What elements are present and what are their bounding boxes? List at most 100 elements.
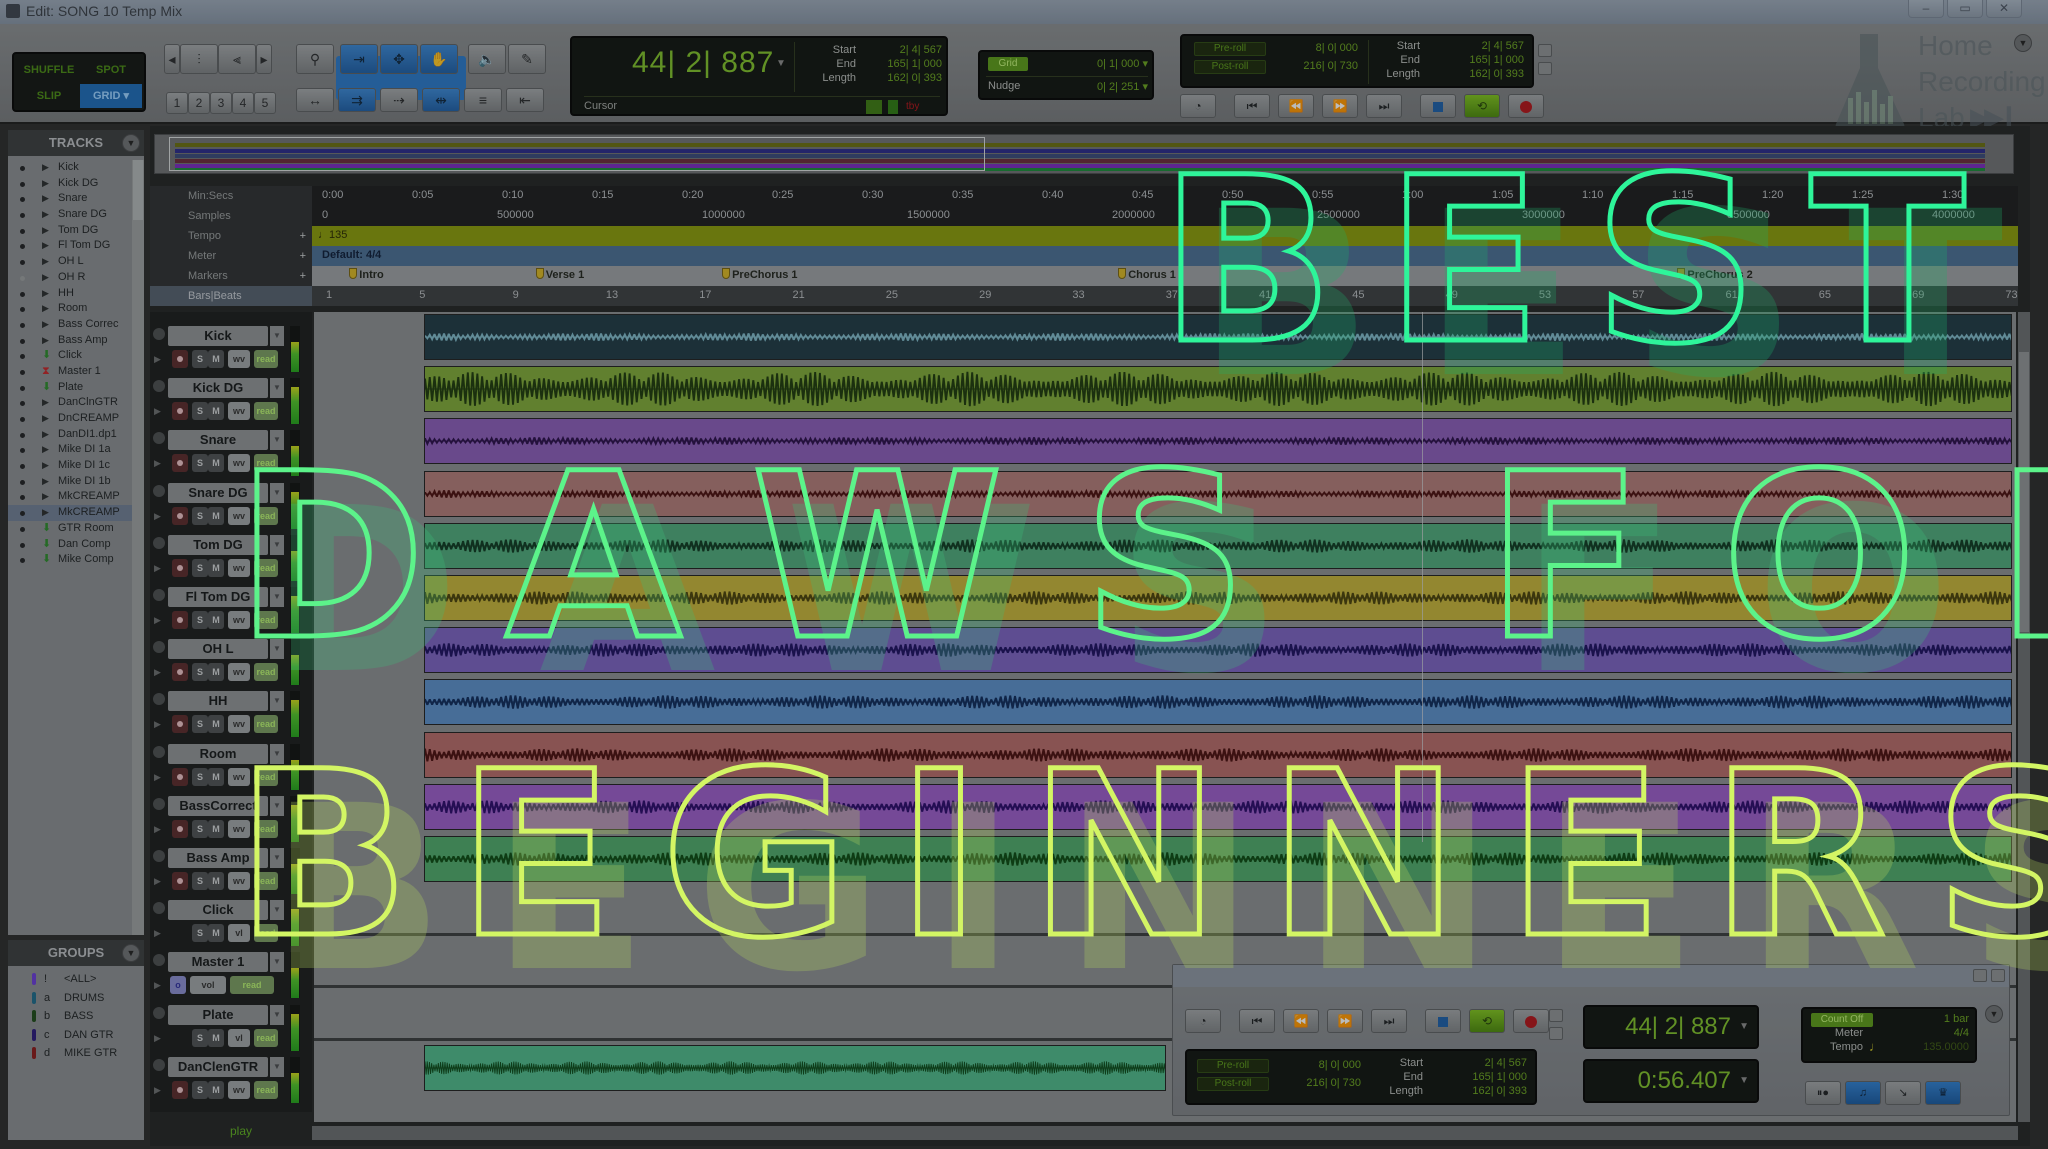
fast-forward-button[interactable]: ⏩: [1322, 94, 1358, 118]
track-list-item[interactable]: ▶ HH: [8, 286, 132, 302]
meter-ruler[interactable]: Default: 4/4: [312, 246, 2018, 266]
transport-main-counter[interactable]: 44| 2| 887 ▼: [1583, 1005, 1759, 1049]
automation-mode-selector[interactable]: read: [254, 663, 278, 682]
add-meter-icon[interactable]: +: [300, 246, 306, 266]
preroll-value[interactable]: 8| 0| 000: [1271, 1059, 1361, 1071]
track-name[interactable]: BassCorrect: [168, 795, 268, 816]
midi-merge-button[interactable]: ↘: [1885, 1081, 1921, 1105]
track-list-item[interactable]: ⬇ Click: [8, 348, 132, 364]
visibility-dot-icon[interactable]: [20, 354, 25, 360]
option-toggle[interactable]: [1538, 44, 1552, 57]
solo-button[interactable]: S: [192, 819, 208, 838]
track-list-item[interactable]: ▶ Room: [8, 301, 132, 317]
track-name-menu-icon[interactable]: ▼: [270, 378, 284, 399]
track-name[interactable]: Snare: [168, 430, 268, 451]
automation-mode-selector[interactable]: read: [254, 454, 278, 473]
go-to-end-button[interactable]: ⏭: [1371, 1009, 1407, 1033]
option-toggle[interactable]: [1538, 62, 1552, 75]
metronome-button[interactable]: ♫: [1845, 1081, 1881, 1105]
play-button[interactable]: ⟲: [1469, 1009, 1505, 1033]
record-enable-button[interactable]: [172, 558, 188, 577]
track-list-item[interactable]: ▶ Bass Amp: [8, 333, 132, 349]
zoom-preset-3[interactable]: 3: [210, 92, 232, 114]
marker-chorus-1[interactable]: Chorus 1: [1118, 268, 1176, 281]
visible-range-box[interactable]: [169, 137, 985, 171]
preroll-value[interactable]: 8| 0| 000: [1268, 42, 1358, 54]
expand-track-icon[interactable]: ▶: [154, 667, 161, 678]
view-selector[interactable]: wv: [228, 1080, 250, 1099]
view-selector[interactable]: vol: [190, 976, 226, 995]
mute-button[interactable]: M: [208, 611, 224, 629]
audio-clip[interactable]: [424, 366, 2012, 413]
track-name-menu-icon[interactable]: ▼: [270, 952, 284, 973]
marker-prechorus-1[interactable]: PreChorus 1: [722, 268, 798, 281]
edit-lock-icon[interactable]: [888, 100, 898, 114]
track-name-menu-icon[interactable]: ▼: [270, 1056, 284, 1077]
automation-mode-selector[interactable]: read: [254, 872, 278, 890]
option-toggle[interactable]: [1549, 1009, 1563, 1022]
track-name-menu-icon[interactable]: ▼: [270, 482, 284, 503]
visibility-dot-icon[interactable]: [20, 307, 25, 313]
scrubber-tool-icon[interactable]: 🔈: [468, 44, 506, 74]
solo-button[interactable]: S: [192, 1080, 208, 1099]
selection-length[interactable]: 162| 0| 393: [1426, 68, 1524, 80]
zoom-preset-1[interactable]: 1: [166, 92, 188, 114]
track-name[interactable]: Master 1: [168, 952, 268, 973]
selection-end[interactable]: 165| 1| 000: [862, 58, 942, 70]
preroll-button[interactable]: Pre-roll: [1197, 1059, 1269, 1073]
main-counter-value[interactable]: 44| 2| 887: [632, 46, 774, 80]
record-enable-button[interactable]: [172, 1080, 188, 1099]
view-selector[interactable]: wv: [228, 767, 250, 786]
mute-button[interactable]: M: [208, 924, 224, 943]
audio-clip[interactable]: [424, 836, 2012, 882]
mute-button[interactable]: M: [208, 872, 224, 890]
solo-button[interactable]: S: [192, 715, 208, 734]
zoom-out-icon[interactable]: ◂: [164, 44, 180, 74]
mute-button[interactable]: M: [208, 715, 224, 734]
track-name[interactable]: Bass Amp: [168, 848, 268, 868]
track-list-item[interactable]: ▶ Snare DG: [8, 207, 132, 223]
automation-mode-selector[interactable]: read: [230, 976, 274, 995]
horizontal-scrollbar[interactable]: [312, 1126, 2018, 1140]
track-list-scrollbar[interactable]: [132, 160, 144, 935]
track-name[interactable]: Snare DG: [168, 482, 268, 503]
keyboard-focus-icon[interactable]: ⇤: [506, 88, 544, 112]
automation-mode-selector[interactable]: read: [254, 819, 278, 838]
visibility-dot-icon[interactable]: [20, 197, 25, 203]
selection-length[interactable]: 162| 0| 393: [862, 72, 942, 84]
transport-menu-icon[interactable]: ▼: [1985, 1005, 2003, 1023]
view-selector[interactable]: wv: [228, 663, 250, 682]
visibility-dot-icon[interactable]: [20, 479, 25, 485]
group-list-item[interactable]: d MIKE GTR: [8, 1044, 132, 1063]
grabber-tool-icon[interactable]: ✋: [420, 44, 458, 74]
track-name-menu-icon[interactable]: ▼: [270, 691, 284, 712]
playhead-cursor[interactable]: [1422, 312, 1423, 842]
track-list-item[interactable]: ⧗ Master 1: [8, 364, 132, 380]
universe-overview[interactable]: [154, 134, 2014, 174]
audio-clip[interactable]: [424, 1044, 1166, 1091]
track-options-icon[interactable]: [153, 745, 165, 758]
visibility-dot-icon[interactable]: [20, 526, 25, 532]
track-name-menu-icon[interactable]: ▼: [270, 848, 284, 868]
track-options-icon[interactable]: [153, 1006, 165, 1019]
online-button[interactable]: ◔: [1180, 94, 1216, 118]
track-name[interactable]: DanClenGTR: [168, 1056, 268, 1077]
solo-button[interactable]: S: [192, 454, 208, 473]
visibility-dot-icon[interactable]: [20, 275, 25, 281]
record-enable-button[interactable]: [172, 611, 188, 629]
audio-clip[interactable]: [424, 783, 2012, 830]
audio-clip[interactable]: [424, 314, 2012, 360]
view-selector[interactable]: wv: [228, 454, 250, 473]
mute-button[interactable]: M: [208, 350, 224, 368]
group-list-item[interactable]: ! <ALL>: [8, 970, 132, 989]
mute-button[interactable]: M: [208, 558, 224, 577]
expand-track-icon[interactable]: ▶: [154, 824, 161, 835]
audio-zoom-icon[interactable]: ⫶: [180, 44, 218, 74]
audio-clip[interactable]: [424, 627, 2012, 674]
track-options-icon[interactable]: [153, 797, 165, 810]
track-name[interactable]: OH L: [168, 639, 268, 660]
track-list-item[interactable]: ▶ OH L: [8, 254, 132, 270]
selection-end[interactable]: 165| 1| 000: [1429, 1071, 1527, 1083]
automation-mode-selector[interactable]: read: [254, 1028, 278, 1047]
empty-playlist[interactable]: [314, 886, 2016, 937]
